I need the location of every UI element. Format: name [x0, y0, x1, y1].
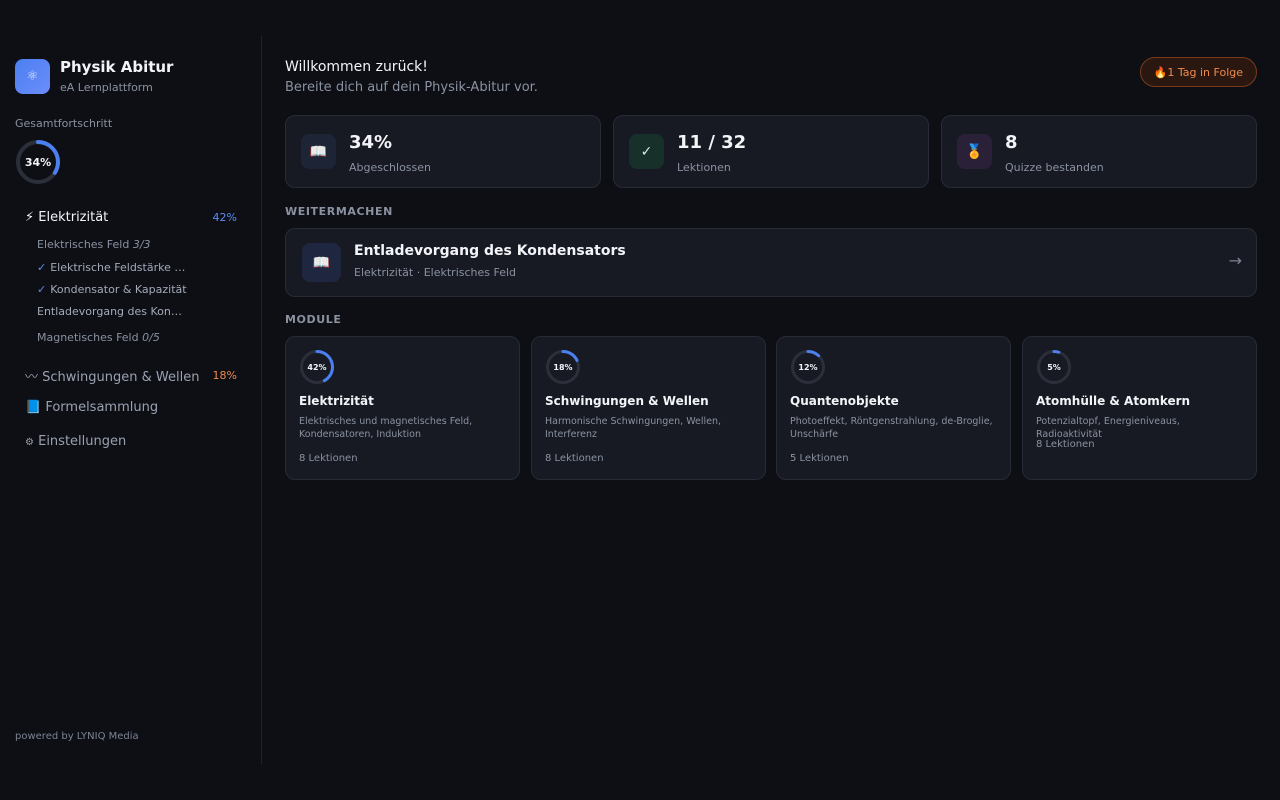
sidebar-lesson-kondensator[interactable]: ✓ Kondensator & Kapazität — [37, 283, 192, 296]
module-name: Atomhülle & Atomkern — [1036, 394, 1191, 408]
module-lesson-count: 5 Lektionen — [790, 453, 849, 464]
arrow-right-icon[interactable]: → — [1229, 251, 1242, 270]
stat-label: Lektionen — [677, 161, 731, 174]
streak-badge[interactable]: 🔥 1 Tag in Folge — [1139, 57, 1257, 87]
stat-value: 8 — [1005, 132, 1018, 153]
sidebar-item-schwingungen[interactable]: 〰 Schwingungen & Wellen 18% — [25, 366, 237, 385]
module-description: Elektrisches und magnetisches Feld, Kond… — [299, 416, 473, 440]
check-icon: ✓ — [37, 283, 47, 296]
module-progress-ring: 5% — [1036, 349, 1072, 385]
continue-title: Entladevorgang des Kondensators — [354, 243, 626, 259]
module-progress-ring: 42% — [299, 349, 335, 385]
module-lesson-count: 8 Lektionen — [299, 453, 358, 464]
sidebar-item-label: Einstellungen — [38, 434, 127, 449]
gear-icon: ⚙ — [25, 437, 34, 448]
module-card-quantenobjekte[interactable]: 12% Quantenobjekte Photoeffekt, Röntgens… — [776, 336, 1011, 480]
sidebar-lesson-label: Kondensator & Kapazität — [50, 283, 187, 296]
sidebar-item-label: Schwingungen & Wellen — [42, 370, 200, 385]
sidebar-group-elektrisches-feld[interactable]: Elektrisches Feld 3/3 — [37, 238, 151, 251]
stat-value: 34% — [349, 132, 393, 153]
module-progress-value: 5% — [1047, 362, 1061, 372]
overall-progress-label: Gesamtfortschritt — [15, 117, 113, 130]
brand[interactable]: ⚛ Physik Abitur eA Lernplattform — [15, 58, 173, 94]
overall-progress-ring: 34% — [15, 139, 61, 185]
continue-subtitle: Elektrizität · Elektrisches Feld — [354, 266, 517, 279]
sidebar-lesson-feldstaerke[interactable]: ✓Elektrische Feldstärke & Feldlinien — [37, 261, 192, 274]
module-description: Photoeffekt, Röntgenstrahlung, de-Brogli… — [790, 416, 993, 440]
book-icon: 📖 — [302, 243, 341, 282]
lightning-icon: ⚡ — [25, 210, 35, 225]
module-lesson-count: 8 Lektionen — [1036, 439, 1095, 450]
module-name: Quantenobjekte — [790, 394, 899, 408]
check-icon: ✓ — [37, 261, 47, 274]
welcome-subtitle: Bereite dich auf dein Physik-Abitur vor. — [285, 80, 538, 95]
sidebar-group-label: Elektrisches Feld — [37, 238, 130, 251]
sidebar-item-einstellungen[interactable]: ⚙ Einstellungen — [25, 434, 237, 449]
sidebar-item-percent: 18% — [212, 369, 237, 382]
module-name: Elektrizität — [299, 394, 374, 408]
streak-text: 1 Tag in Folge — [1167, 65, 1243, 79]
sidebar-group-magnetisches-feld[interactable]: Magnetisches Feld 0/5 — [37, 331, 160, 344]
sidebar-lesson-label: Entladevorgang des Kondensators — [37, 305, 184, 318]
sidebar-item-label: Formelsammlung — [45, 400, 159, 415]
sidebar-lesson-entladevorgang[interactable]: Entladevorgang des Kondensators — [37, 305, 184, 318]
module-description: Potenzialtopf, Energieniveaus, Radioakti… — [1036, 416, 1180, 440]
main-content: Willkommen zurück! Bereite dich auf dein… — [285, 0, 1257, 800]
brand-title: Physik Abitur — [60, 58, 174, 76]
module-lesson-count: 8 Lektionen — [545, 453, 604, 464]
module-progress-ring: 12% — [790, 349, 826, 385]
module-card-elektrizitaet[interactable]: 42% Elektrizität Elektrisches und magnet… — [285, 336, 520, 480]
module-progress-value: 12% — [798, 362, 818, 372]
sidebar-item-percent: 42% — [212, 211, 237, 224]
modules-section-title: MODULE — [285, 313, 342, 326]
module-card-schwingungen[interactable]: 18% Schwingungen & Wellen Harmonische Sc… — [531, 336, 766, 480]
brand-subtitle: eA Lernplattform — [60, 81, 153, 94]
module-name: Schwingungen & Wellen — [545, 394, 709, 408]
overall-progress-value: 34% — [24, 155, 52, 169]
sidebar-group-label: Magnetisches Feld — [37, 331, 139, 344]
check-icon: ✓ — [629, 134, 664, 169]
stat-card-lessons: ✓ 11 / 32 Lektionen — [613, 115, 929, 188]
stat-card-quizzes: 🏅 8 Quizze bestanden — [941, 115, 1257, 188]
fire-icon: 🔥 — [1153, 65, 1168, 79]
module-progress-ring: 18% — [545, 349, 581, 385]
sidebar: ⚛ Physik Abitur eA Lernplattform Gesamtf… — [0, 36, 262, 764]
sidebar-item-elektrizitaet[interactable]: ⚡ Elektrizität 42% — [25, 210, 237, 225]
atom-icon: ⚛ — [15, 58, 50, 94]
sidebar-item-label: Elektrizität — [38, 210, 109, 225]
module-description: Harmonische Schwingungen, Wellen, Interf… — [545, 416, 722, 440]
module-progress-value: 42% — [307, 362, 327, 372]
stat-card-completed: 📖 34% Abgeschlossen — [285, 115, 601, 188]
sidebar-lesson-label: Elektrische Feldstärke & Feldlinien — [50, 261, 192, 274]
stat-label: Abgeschlossen — [349, 161, 431, 174]
sidebar-item-formelsammlung[interactable]: 📘 Formelsammlung — [25, 400, 237, 415]
sidebar-group-count: 0/5 — [142, 331, 160, 344]
continue-lesson-card[interactable]: 📖 Entladevorgang des Kondensators Elektr… — [285, 228, 1257, 297]
wave-icon: 〰 — [25, 370, 39, 385]
continue-section-title: WEITERMACHEN — [285, 205, 393, 218]
stat-value: 11 / 32 — [677, 132, 747, 153]
book-icon: 📘 — [25, 400, 42, 415]
powered-by: powered by LYNIQ Media — [15, 731, 139, 742]
module-card-atomhuelle[interactable]: 5% Atomhülle & Atomkern Potenzialtopf, E… — [1022, 336, 1257, 480]
sidebar-group-count: 3/3 — [132, 238, 151, 251]
stat-label: Quizze bestanden — [1005, 161, 1104, 174]
medal-icon: 🏅 — [957, 134, 992, 169]
welcome-heading: Willkommen zurück! — [285, 59, 428, 75]
book-icon: 📖 — [301, 134, 336, 169]
module-progress-value: 18% — [553, 362, 573, 372]
